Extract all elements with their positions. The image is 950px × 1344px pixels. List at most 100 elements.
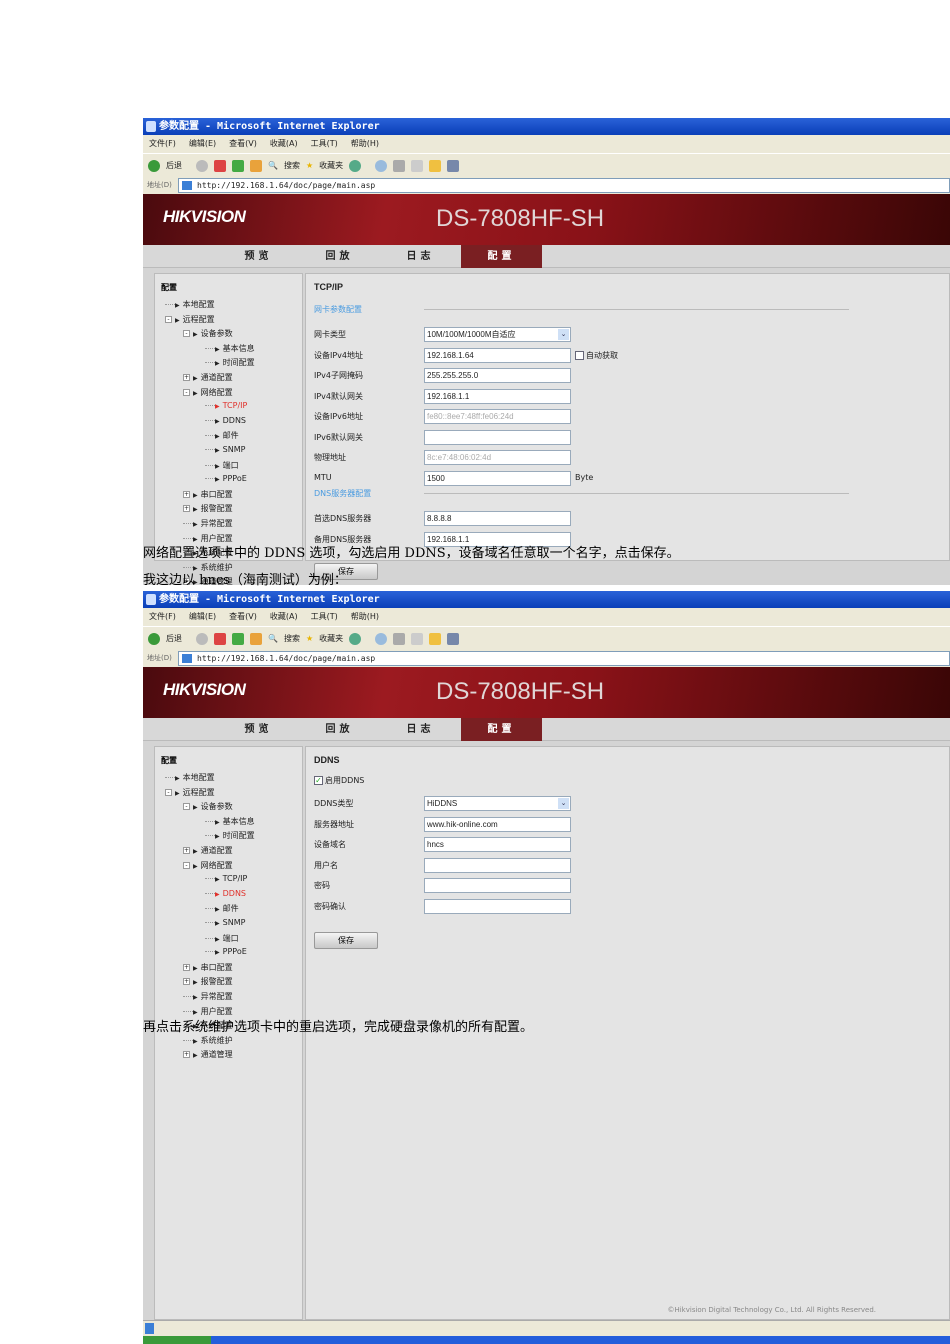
tree-item[interactable]: ▶ 端口	[205, 460, 239, 471]
save-button[interactable]: 保存	[314, 932, 378, 949]
start-button[interactable]	[143, 1336, 211, 1344]
favorites-button[interactable]: 收藏夹	[319, 160, 343, 171]
field-aux[interactable]: 自动获取	[575, 350, 618, 361]
tree-item[interactable]: - ▶ 网络配置	[183, 860, 233, 871]
enable-ddns-checkbox[interactable]: ✓ 启用DDNS	[314, 775, 364, 786]
refresh-icon[interactable]	[232, 159, 244, 172]
tree-item[interactable]: ▶ TCP/IP	[205, 874, 247, 883]
text-field[interactable]: www.hik-online.com	[424, 816, 571, 832]
menu-item[interactable]: 文件(F)	[149, 608, 176, 626]
expand-icon[interactable]: +	[183, 505, 190, 513]
favorites-icon[interactable]: ★	[306, 634, 313, 643]
tree-item[interactable]: - ▶ 远程配置	[165, 314, 215, 325]
tree-item[interactable]: ▶ 邮件	[205, 903, 239, 914]
tab-2[interactable]: 日志	[380, 245, 461, 268]
text-field[interactable]	[424, 857, 571, 873]
menu-item[interactable]: 查看(V)	[229, 608, 257, 626]
tree-item[interactable]: + ▶ 通道管理	[183, 1049, 233, 1060]
back-icon[interactable]	[148, 159, 160, 172]
tab-3[interactable]: 配置	[461, 245, 542, 268]
menu-item[interactable]: 编辑(E)	[189, 135, 216, 153]
collapse-icon[interactable]: -	[183, 330, 190, 338]
mail-icon[interactable]	[375, 632, 388, 645]
tab-1[interactable]: 回放	[299, 718, 380, 741]
tree-item[interactable]: + ▶ 通道配置	[183, 845, 233, 856]
tab-0[interactable]: 预览	[218, 245, 299, 268]
expand-icon[interactable]: +	[183, 963, 190, 971]
menu-item[interactable]: 编辑(E)	[189, 608, 216, 626]
chevron-down-icon[interactable]: ⌄	[558, 798, 569, 809]
tree-item[interactable]: ▶ TCP/IP	[205, 401, 247, 410]
tree-item[interactable]: ▶ 基本信息	[205, 343, 255, 354]
mail-icon[interactable]	[375, 159, 388, 172]
back-icon[interactable]	[148, 632, 160, 645]
tab-3[interactable]: 配置	[461, 718, 542, 741]
tree-item[interactable]: + ▶ 串口配置	[183, 962, 233, 973]
expand-icon[interactable]: +	[183, 490, 190, 498]
tree-item[interactable]: ▶ 系统维护	[183, 1035, 233, 1046]
chevron-down-icon[interactable]: ⌄	[558, 329, 569, 340]
stop-icon[interactable]	[214, 159, 226, 172]
tree-item[interactable]: ▶ 异常配置	[183, 991, 233, 1002]
history-icon[interactable]	[349, 159, 362, 172]
text-field[interactable]: 192.168.1.64	[424, 347, 571, 363]
research-icon[interactable]	[447, 632, 460, 645]
expand-icon[interactable]: +	[183, 847, 190, 854]
text-field[interactable]: 8.8.8.8	[424, 511, 571, 526]
search-icon[interactable]: 🔍	[268, 161, 278, 170]
tree-item[interactable]: ▶ SNMP	[205, 918, 245, 927]
stop-icon[interactable]	[214, 632, 226, 645]
text-field[interactable]: 192.168.1.1	[424, 388, 571, 404]
tab-1[interactable]: 回放	[299, 245, 380, 268]
tree-item[interactable]: ▶ 本地配置	[165, 299, 215, 310]
text-field[interactable]	[424, 878, 571, 894]
menu-item[interactable]: 帮助(H)	[351, 135, 379, 153]
tree-item[interactable]: - ▶ 远程配置	[165, 787, 215, 798]
address-input[interactable]: http://192.168.1.64/doc/page/main.asp	[178, 651, 950, 666]
text-field[interactable]: 1500	[424, 470, 571, 486]
menu-item[interactable]: 查看(V)	[229, 135, 257, 153]
menu-item[interactable]: 收藏(A)	[270, 135, 298, 153]
edit-icon[interactable]	[411, 632, 424, 645]
collapse-icon[interactable]: -	[165, 788, 172, 796]
tree-item[interactable]: + ▶ 报警配置	[183, 503, 233, 514]
checkbox[interactable]	[575, 350, 584, 360]
tree-item[interactable]: ▶ PPPoE	[205, 947, 247, 956]
tree-item[interactable]: ▶ 端口	[205, 933, 239, 944]
checkbox[interactable]: ✓	[314, 776, 323, 785]
folder-icon[interactable]	[429, 159, 442, 172]
tree-item[interactable]: ▶ 异常配置	[183, 518, 233, 529]
search-icon[interactable]: 🔍	[268, 634, 278, 643]
home-icon[interactable]	[250, 159, 262, 172]
menu-item[interactable]: 工具(T)	[311, 135, 338, 153]
expand-icon[interactable]: +	[183, 1051, 190, 1059]
collapse-icon[interactable]: -	[183, 388, 190, 396]
text-field[interactable]	[424, 429, 571, 445]
tree-item[interactable]: ▶ 本地配置	[165, 772, 215, 783]
expand-icon[interactable]: +	[183, 978, 190, 986]
tree-item[interactable]: - ▶ 设备参数	[183, 328, 233, 339]
text-field[interactable]: hncs	[424, 837, 571, 853]
collapse-icon[interactable]: -	[183, 803, 190, 811]
history-icon[interactable]	[349, 632, 362, 645]
forward-icon[interactable]	[196, 632, 208, 645]
tree-item[interactable]: ▶ 用户配置	[183, 1006, 233, 1017]
tree-item[interactable]: - ▶ 网络配置	[183, 387, 233, 398]
text-field[interactable]: 255.255.255.0	[424, 368, 571, 383]
collapse-icon[interactable]: -	[183, 861, 190, 869]
select-field[interactable]: 10M/100M/1000M自适应 ⌄	[424, 327, 571, 342]
edit-icon[interactable]	[411, 159, 424, 172]
home-icon[interactable]	[250, 632, 262, 645]
search-button[interactable]: 搜索	[284, 633, 300, 644]
menu-item[interactable]: 收藏(A)	[270, 608, 298, 626]
research-icon[interactable]	[447, 159, 460, 172]
expand-icon[interactable]: +	[183, 374, 190, 381]
tab-2[interactable]: 日志	[380, 718, 461, 741]
menu-item[interactable]: 文件(F)	[149, 135, 176, 153]
tree-item[interactable]: + ▶ 通道配置	[183, 372, 233, 383]
tree-item[interactable]: - ▶ 设备参数	[183, 801, 233, 812]
favorites-icon[interactable]: ★	[306, 161, 313, 170]
select-field[interactable]: HiDDNS ⌄	[424, 796, 571, 811]
tree-item[interactable]: ▶ PPPoE	[205, 474, 247, 483]
back-button[interactable]: 后退	[166, 160, 182, 171]
